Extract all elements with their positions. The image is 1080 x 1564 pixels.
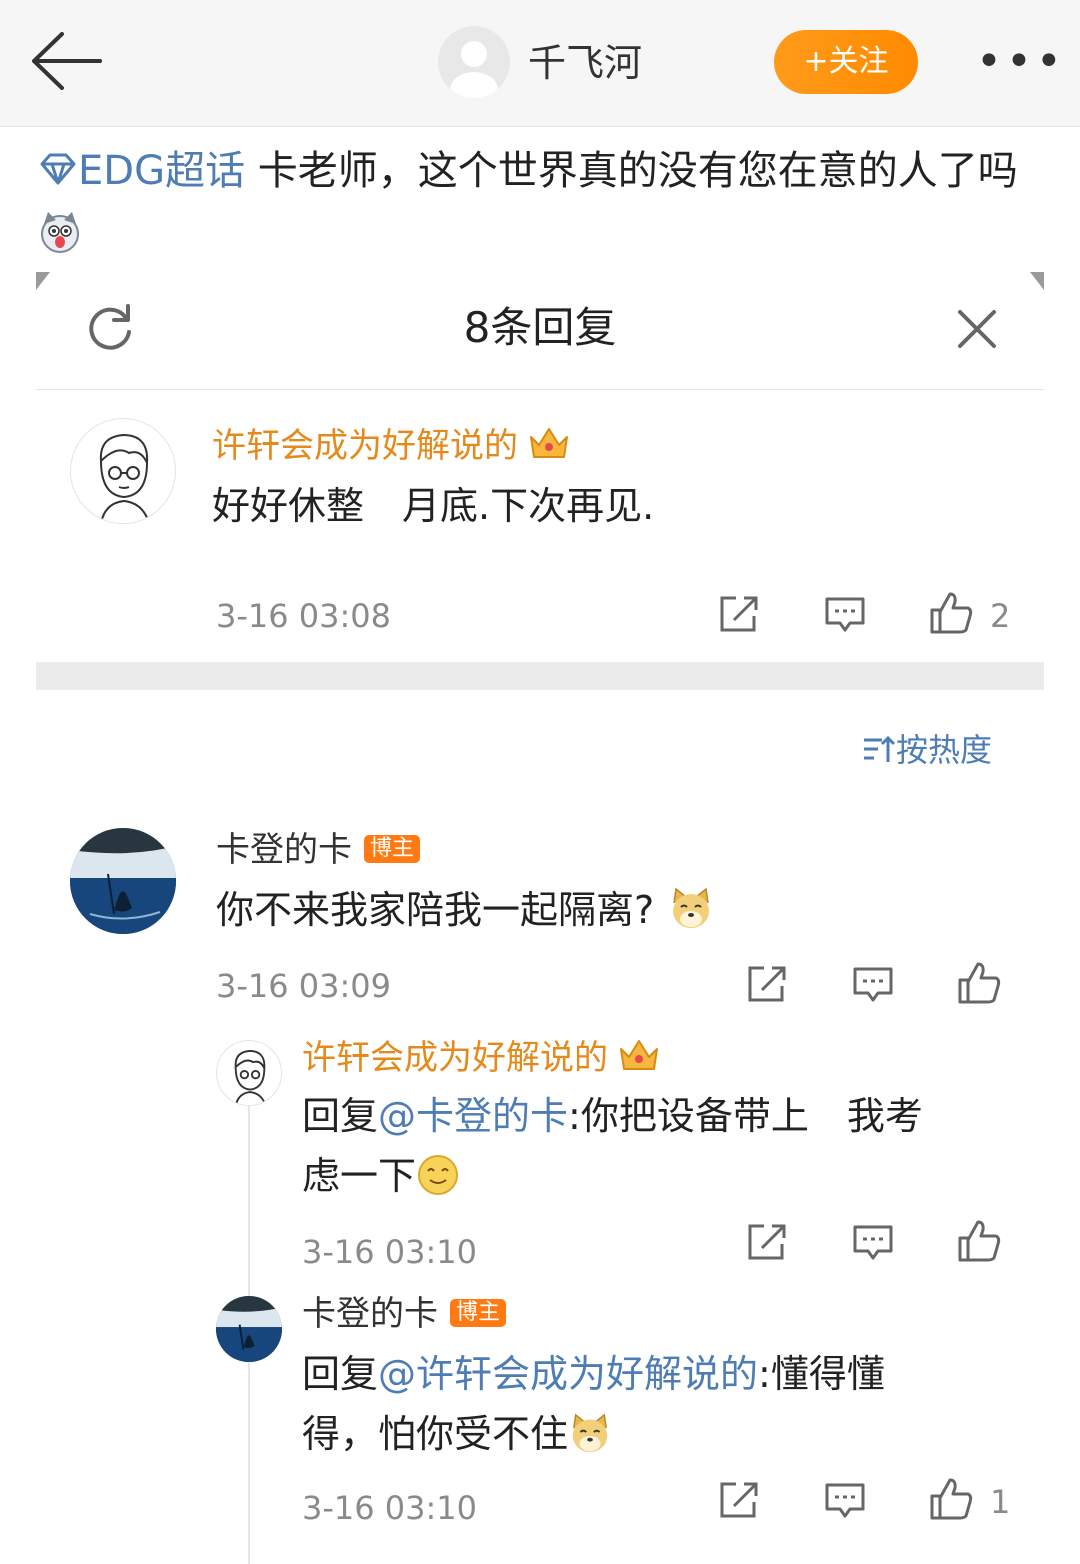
crown-badge-icon xyxy=(530,428,568,458)
seaside-photo-avatar-icon xyxy=(216,1296,282,1362)
avatar[interactable] xyxy=(70,828,176,934)
topic-link[interactable]: EDG超话 xyxy=(78,148,245,194)
husky-emoji-icon xyxy=(41,212,79,253)
comment-text-line: 虑一下 xyxy=(302,1154,417,1198)
comment-text: 好好休整 月底.下次再见. xyxy=(212,484,655,528)
mention-link[interactable]: @许轩会成为好解说的 xyxy=(378,1352,758,1396)
more-menu-icon[interactable]: ••• xyxy=(976,40,1066,84)
like-count: 2 xyxy=(990,597,1011,635)
comment-text-line: :懂得懂 xyxy=(758,1352,885,1396)
default-avatar-icon xyxy=(450,41,498,98)
comment-username[interactable]: 卡登的卡 博主 xyxy=(216,828,421,872)
share-icon[interactable] xyxy=(746,964,788,1004)
sort-icon xyxy=(864,735,896,762)
comment-text: 回复@许轩会成为好解说的:懂得懂得，怕你受不住 xyxy=(302,1344,1002,1464)
comment-text-content: 你不来我家陪我一起隔离? xyxy=(216,888,655,932)
cartoon-boy-avatar-icon xyxy=(99,433,150,523)
like-icon[interactable] xyxy=(956,960,1002,1006)
sort-toggle[interactable]: 按热度 xyxy=(862,728,992,772)
comment-icon[interactable] xyxy=(852,966,894,1004)
username-text[interactable]: 卡登的卡 xyxy=(302,1294,438,1334)
close-icon[interactable] xyxy=(954,306,1000,352)
avatar[interactable] xyxy=(438,26,510,98)
top-nav-bar: 千飞河 +关注 ••• xyxy=(0,0,1080,127)
reply-prefix: 回复 xyxy=(302,1352,379,1396)
cartoon-boy-avatar-icon xyxy=(234,1050,267,1105)
like-icon[interactable] xyxy=(928,590,974,636)
comment-username[interactable]: 卡登的卡 博主 xyxy=(302,1292,507,1336)
back-arrow-icon[interactable] xyxy=(26,28,106,94)
like-count: 1 xyxy=(990,1483,1011,1521)
follow-button[interactable]: +关注 xyxy=(774,30,918,94)
post-body: 卡老师，这个世界真的没有您在意的人了吗 xyxy=(245,148,1018,194)
share-icon[interactable] xyxy=(718,594,760,634)
share-icon[interactable] xyxy=(746,1222,788,1262)
blogger-badge: 博主 xyxy=(364,835,421,863)
doge-emoji-icon xyxy=(572,1413,608,1453)
comment-text-line: 得，怕你受不住 xyxy=(302,1412,569,1456)
panel-title: 8条回复 xyxy=(463,303,617,352)
comment-icon[interactable] xyxy=(852,1224,894,1262)
panel-corner-right xyxy=(1030,272,1044,290)
section-separator xyxy=(36,662,1044,690)
comment-text: 回复@卡登的卡:你把设备带上 我考虑一下 xyxy=(302,1086,1002,1206)
comment-time: 3-16 03:08 xyxy=(216,597,392,635)
seaside-photo-avatar-icon xyxy=(70,828,176,934)
diamond-icon xyxy=(40,153,76,185)
reply-prefix: 回复 xyxy=(302,1094,379,1138)
doge-emoji-icon xyxy=(673,887,710,928)
avatar[interactable] xyxy=(216,1040,282,1106)
panel-divider xyxy=(36,389,1044,390)
sort-label[interactable]: 按热度 xyxy=(896,731,992,769)
author-name[interactable]: 千飞河 xyxy=(528,38,642,88)
comment-time: 3-16 03:10 xyxy=(302,1489,478,1527)
comment-text-line: :你把设备带上 我考 xyxy=(568,1094,923,1138)
comment-username[interactable]: 许轩会成为好解说的 xyxy=(302,1036,660,1080)
avatar[interactable] xyxy=(216,1296,282,1362)
panel-corner-left xyxy=(36,272,50,290)
crown-badge-icon xyxy=(620,1040,658,1070)
username-text[interactable]: 许轩会成为好解说的 xyxy=(302,1038,608,1078)
comment-time: 3-16 03:09 xyxy=(216,967,392,1005)
mention-link[interactable]: @卡登的卡 xyxy=(378,1094,568,1138)
share-icon[interactable] xyxy=(718,1480,760,1520)
blogger-badge: 博主 xyxy=(450,1299,507,1327)
comment-username[interactable]: 许轩会成为好解说的 xyxy=(212,424,570,468)
comment-time: 3-16 03:10 xyxy=(302,1233,478,1271)
post-text: EDG超话 卡老师，这个世界真的没有您在意的人了吗 xyxy=(38,140,1048,264)
username-text[interactable]: 卡登的卡 xyxy=(216,830,352,870)
comment-icon[interactable] xyxy=(824,596,866,634)
like-icon[interactable] xyxy=(928,1476,974,1522)
avatar[interactable] xyxy=(70,418,176,524)
username-text[interactable]: 许轩会成为好解说的 xyxy=(212,426,518,466)
comment-text: 你不来我家陪我一起隔离? xyxy=(216,880,714,940)
comment-icon[interactable] xyxy=(824,1482,866,1520)
like-icon[interactable] xyxy=(956,1218,1002,1264)
smile-emoji-icon xyxy=(418,1155,459,1195)
